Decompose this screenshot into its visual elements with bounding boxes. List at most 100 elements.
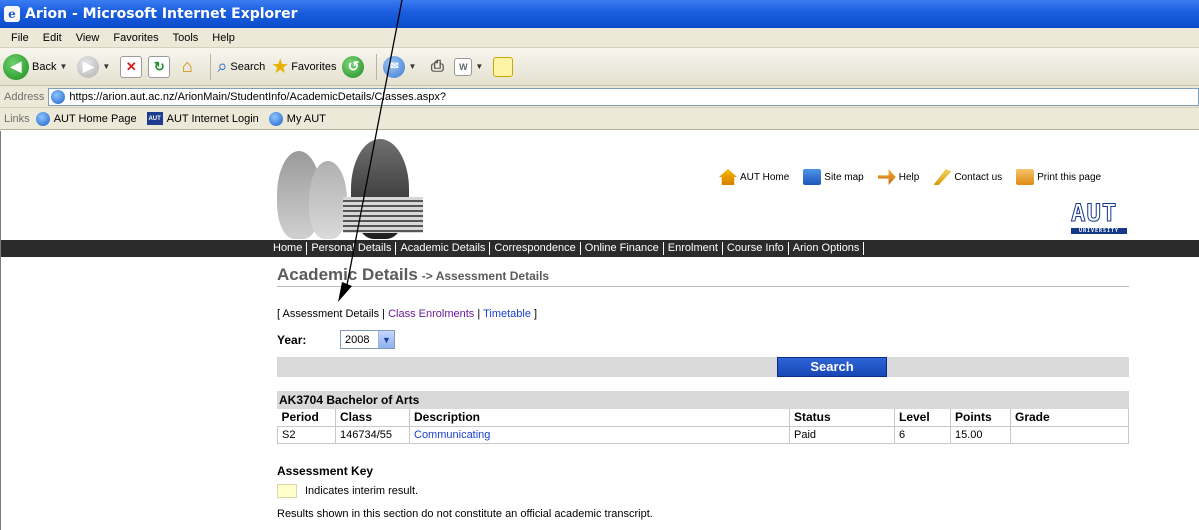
sitemap-icon [803, 169, 822, 185]
cell-description-link[interactable]: Communicating [409, 425, 790, 444]
aut-logo: AUT UNIVERSITY [1070, 199, 1127, 235]
sublink-class-enrolments[interactable]: Class Enrolments [388, 308, 474, 320]
nav-enrolment[interactable]: Enrolment [664, 242, 723, 255]
interim-swatch [277, 484, 297, 498]
history-icon[interactable]: ↺ [342, 55, 365, 78]
search-icon: ⌕ [217, 56, 228, 76]
links-bar: Links AUT Home Page AUT AUT Internet Log… [0, 108, 1199, 130]
mail-dropdown-icon[interactable]: ▼ [408, 62, 416, 71]
separator: | [382, 308, 386, 320]
menu-edit[interactable]: Edit [36, 32, 69, 44]
print-icon [1016, 169, 1035, 185]
table-row: S2 146734/55 Communicating Paid 6 15.00 [277, 425, 1129, 444]
programme-title: AK3704 Bachelor of Arts [277, 391, 1129, 409]
menu-tools[interactable]: Tools [166, 32, 206, 44]
help-link[interactable]: Help [877, 169, 920, 185]
interim-label: Indicates interim result. [305, 485, 419, 497]
column-header: Description [409, 409, 790, 426]
forward-dropdown-icon[interactable]: ▼ [102, 62, 110, 71]
toolbar-divider [376, 53, 378, 80]
cell-grade [1010, 425, 1129, 444]
home-icon[interactable]: ⌂ [176, 56, 198, 78]
note-icon[interactable] [493, 56, 514, 77]
search-toolbar-button[interactable]: ⌕ Search [217, 56, 265, 77]
separator: | [477, 308, 481, 320]
cell-period: S2 [277, 425, 336, 444]
address-input[interactable]: https://arion.aut.ac.nz/ArionMain/Studen… [48, 87, 1199, 106]
menu-view[interactable]: View [69, 32, 107, 44]
nav-course-info[interactable]: Course Info [723, 242, 789, 255]
home-icon [719, 169, 737, 185]
mail-icon: ✉ [383, 55, 406, 78]
edit-dropdown-icon[interactable]: ▼ [475, 62, 483, 71]
nav-online-finance[interactable]: Online Finance [581, 242, 664, 255]
address-url: https://arion.aut.ac.nz/ArionMain/Studen… [69, 90, 446, 103]
nav-personal-details[interactable]: Personal Details [307, 242, 397, 255]
year-select[interactable]: 2008 ▼ [340, 330, 395, 349]
column-header: Period [277, 409, 336, 426]
year-value: 2008 [345, 333, 370, 346]
page-content: AUT Home Site map Help Contact us Print … [0, 131, 1199, 530]
star-icon: ★ [271, 56, 290, 78]
link-label: Site map [824, 171, 864, 183]
site-map-link[interactable]: Site map [803, 169, 864, 185]
link-aut-home-page[interactable]: AUT Home Page [35, 111, 137, 126]
nav-home[interactable]: Home [269, 242, 308, 255]
link-label: Print this page [1037, 171, 1102, 183]
browser-window: e Arion - Microsoft Internet Explorer Fi… [0, 0, 1199, 530]
header-photo [273, 139, 433, 239]
logo-subtext: UNIVERSITY [1071, 228, 1127, 234]
cell-class: 146734/55 [335, 425, 410, 444]
page-title: Academic Details -> Assessment Details [277, 265, 1129, 287]
link-label: AUT Home [740, 171, 790, 183]
toolbar: ◀ Back ▼ ▶ ▼ ✕ ↻ ⌂ ⌕ Search ★ Favorites … [0, 48, 1199, 86]
link-aut-internet-login[interactable]: AUT AUT Internet Login [146, 112, 259, 125]
aut-home-link[interactable]: AUT Home [719, 169, 789, 185]
stop-icon[interactable]: ✕ [120, 55, 143, 78]
mail-button[interactable]: ✉ ▼ [383, 55, 420, 78]
title-bar: e Arion - Microsoft Internet Explorer [0, 0, 1199, 28]
toolbar-divider [210, 53, 212, 80]
links-label: Links [4, 112, 30, 125]
word-icon: W [454, 57, 473, 76]
menu-bar: File Edit View Favorites Tools Help [0, 28, 1199, 48]
menu-favorites[interactable]: Favorites [106, 32, 165, 44]
favorites-toolbar-label: Favorites [291, 60, 337, 73]
print-this-page-link[interactable]: Print this page [1016, 169, 1101, 185]
year-filter: Year: 2008 ▼ [277, 330, 395, 349]
table-header-row: Period Class Description Status Level Po… [277, 409, 1129, 426]
address-bar: Address https://arion.aut.ac.nz/ArionMai… [0, 86, 1199, 108]
refresh-icon[interactable]: ↻ [148, 55, 171, 78]
link-label: AUT Home Page [53, 112, 137, 125]
favorites-toolbar-button[interactable]: ★ Favorites [271, 54, 336, 79]
print-icon[interactable]: ⎙ [426, 56, 448, 78]
bracket: [ [277, 308, 281, 320]
cell-points: 15.00 [950, 425, 1011, 444]
back-button[interactable]: ◀ Back ▼ [3, 53, 71, 80]
search-button[interactable]: Search [777, 357, 887, 377]
main-nav: Home Personal Details Academic Details C… [1, 240, 1199, 257]
window-title: Arion - Microsoft Internet Explorer [25, 6, 298, 22]
sublink-assessment-details[interactable]: Assessment Details [283, 308, 380, 320]
page-title-sub: -> Assessment Details [421, 269, 550, 283]
results-table: AK3704 Bachelor of Arts Period Class Des… [277, 391, 1129, 444]
chevron-down-icon[interactable]: ▼ [378, 331, 394, 348]
address-label: Address [4, 90, 45, 103]
bracket: ] [534, 308, 538, 320]
link-my-aut[interactable]: My AUT [268, 111, 326, 126]
sublink-timetable[interactable]: Timetable [483, 308, 531, 320]
forward-button[interactable]: ▶ ▼ [77, 55, 114, 78]
aut-icon: AUT [146, 112, 163, 125]
link-label: Help [898, 171, 920, 183]
nav-academic-details[interactable]: Academic Details [396, 242, 491, 255]
menu-help[interactable]: Help [205, 32, 242, 44]
nav-correspondence[interactable]: Correspondence [490, 242, 581, 255]
back-dropdown-icon[interactable]: ▼ [59, 62, 67, 71]
nav-arion-options[interactable]: Arion Options [789, 242, 865, 255]
edit-button[interactable]: W ▼ [454, 57, 487, 76]
column-header: Points [950, 409, 1011, 426]
logo-text: AUT [1070, 199, 1118, 228]
assessment-key-title: Assessment Key [277, 464, 374, 478]
menu-file[interactable]: File [4, 32, 36, 44]
contact-us-link[interactable]: Contact us [933, 169, 1002, 185]
